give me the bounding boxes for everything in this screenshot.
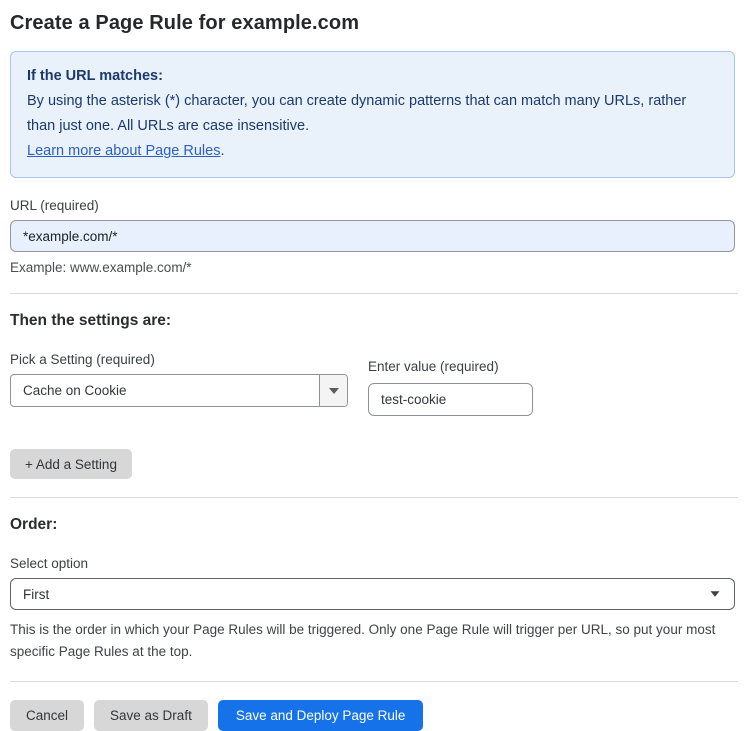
settings-section-heading: Then the settings are: [10,312,172,329]
info-box-link-line: Learn more about Page Rules. [27,139,718,164]
order-selected-value: First [23,586,50,602]
save-and-deploy-button[interactable]: Save and Deploy Page Rule [217,700,424,731]
order-select-label: Select option [10,556,89,571]
setting-value-column: Enter value (required) [368,352,533,416]
setting-value-label: Enter value (required) [368,359,499,374]
page-rule-form: Create a Page Rule for example.com If th… [0,0,750,731]
setting-picker-selected-value: Cache on Cookie [23,383,127,398]
chevron-down-icon [328,387,339,394]
url-field-label: URL (required) [10,198,99,213]
cancel-button[interactable]: Cancel [10,700,85,731]
info-box-heading: If the URL matches: [27,68,163,84]
setting-picker-column: Pick a Setting (required) Cache on Cooki… [10,352,348,407]
save-as-draft-button[interactable]: Save as Draft [94,700,208,731]
setting-picker-dropdown[interactable]: Cache on Cookie [10,374,348,407]
settings-row: Pick a Setting (required) Cache on Cooki… [10,352,735,416]
divider [10,293,738,294]
setting-picker-arrow-button[interactable] [319,375,347,406]
form-actions: Cancel Save as Draft Save and Deploy Pag… [10,700,735,731]
url-match-info-box: If the URL matches: By using the asteris… [10,51,735,178]
order-select[interactable]: First [10,578,735,610]
divider [10,497,738,498]
chevron-down-icon [710,591,720,597]
url-input[interactable] [10,220,735,252]
divider [10,681,738,682]
info-box-body: By using the asterisk (*) character, you… [27,93,687,134]
learn-more-link[interactable]: Learn more about Page Rules [27,143,220,159]
add-setting-button[interactable]: + Add a Setting [10,449,132,479]
order-section-heading: Order: [10,516,58,533]
url-example-text: Example: www.example.com/* [10,260,192,275]
link-suffix: . [220,143,225,159]
setting-value-input[interactable] [368,383,533,416]
page-title: Create a Page Rule for example.com [10,12,360,34]
setting-picker-label: Pick a Setting (required) [10,352,155,367]
order-help-text: This is the order in which your Page Rul… [10,622,716,659]
